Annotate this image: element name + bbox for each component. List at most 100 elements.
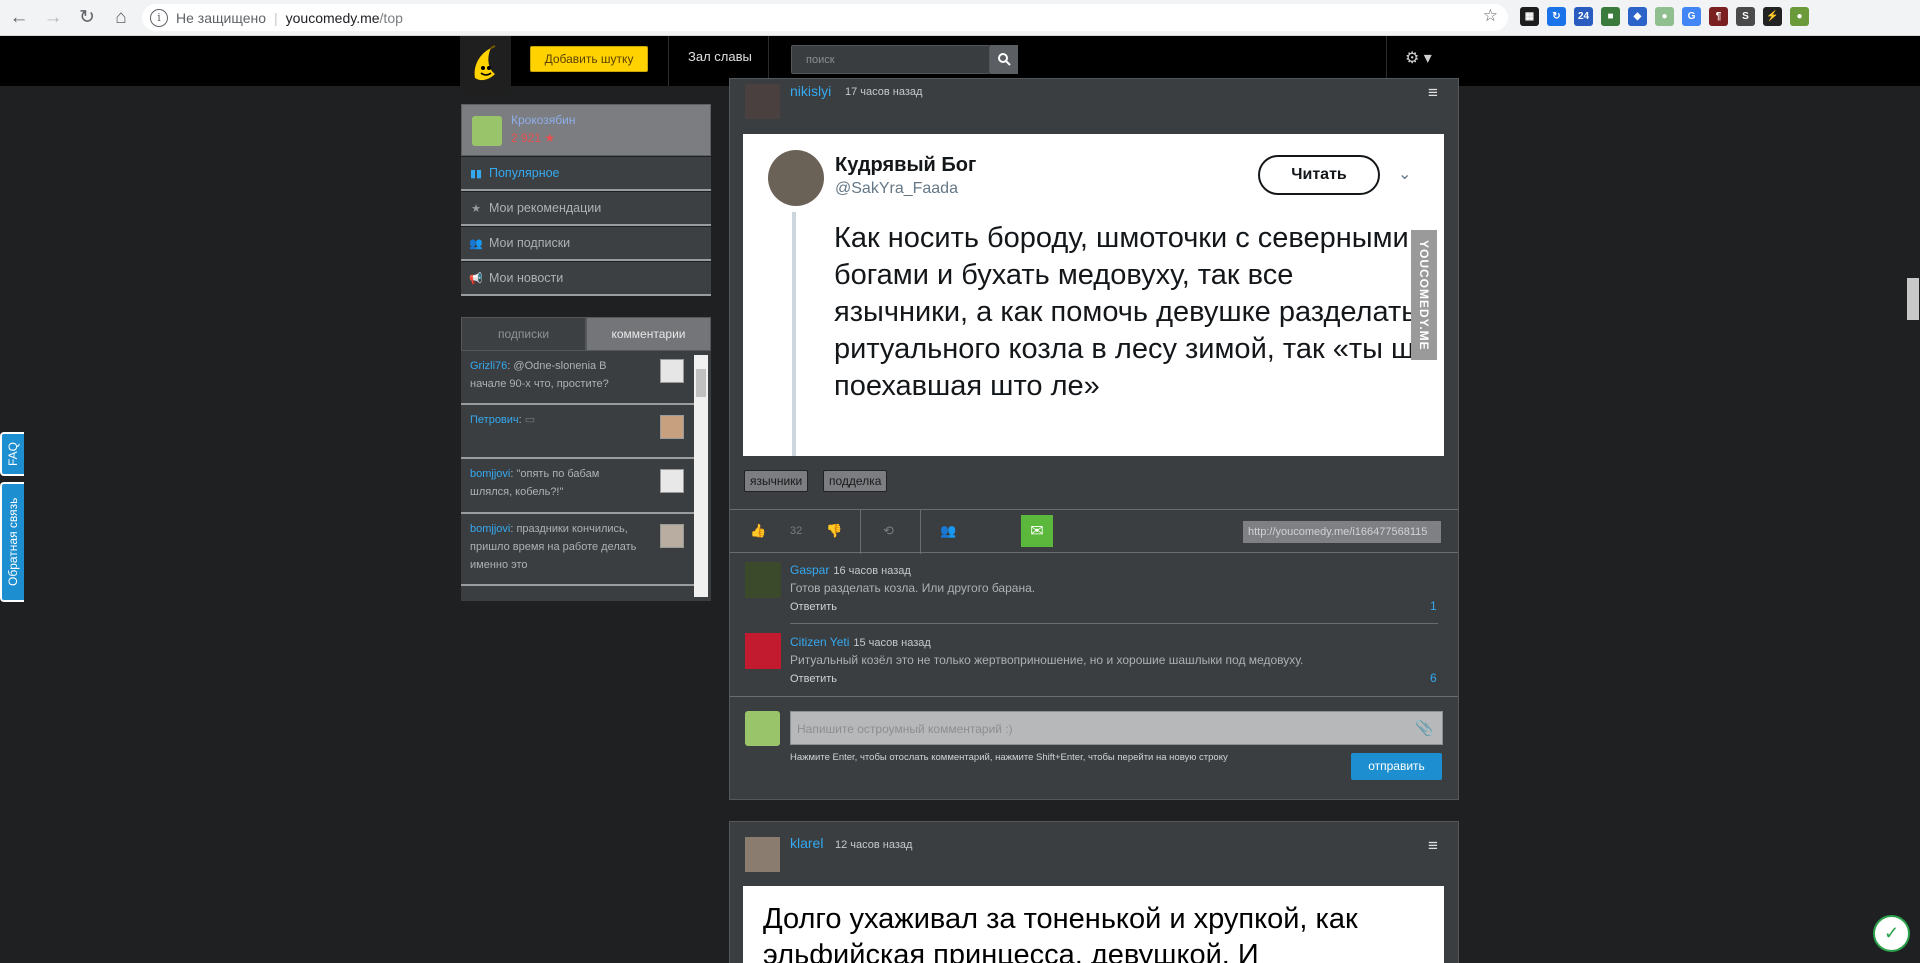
- circle-ext-icon[interactable]: ●: [1655, 7, 1674, 26]
- nav-label: Популярное: [489, 166, 560, 180]
- feed-item[interactable]: Петрович: ▭: [461, 405, 694, 459]
- ext-red-icon[interactable]: ¶: [1709, 7, 1728, 26]
- trello-ext-icon[interactable]: ▦: [1520, 7, 1539, 26]
- security-shield-icon[interactable]: ✓: [1873, 915, 1910, 952]
- nav-item-news[interactable]: 📢 Мои новости: [461, 262, 711, 296]
- star-icon: ★: [471, 202, 481, 215]
- comment-avatar[interactable]: [745, 562, 781, 598]
- translate-ext-icon[interactable]: ↻: [1547, 7, 1566, 26]
- mail-share-button[interactable]: ✉: [1021, 515, 1053, 547]
- post-menu-icon[interactable]: ≡: [1428, 836, 1438, 856]
- lightning-ext-icon[interactable]: ⚡: [1763, 7, 1782, 26]
- divider: [920, 510, 921, 554]
- hall-of-fame-link[interactable]: Зал славы: [688, 49, 752, 64]
- feed-user[interactable]: bomjjovi: [470, 523, 510, 535]
- nav-item-recommendations[interactable]: ★ Мои рекомендации: [461, 192, 711, 226]
- post-image[interactable]: Долго ухаживал за тоненькой и хрупкой, к…: [743, 886, 1444, 963]
- megaphone-icon: 📢: [469, 272, 483, 285]
- replies-count[interactable]: 6: [1430, 671, 1437, 685]
- add-joke-button[interactable]: Добавить шутку: [530, 46, 648, 72]
- thumbs-down-icon[interactable]: 👎: [826, 523, 842, 539]
- user-profile-card[interactable]: Крокозябин 2 921 ★: [461, 104, 711, 156]
- site-logo[interactable]: [460, 36, 511, 94]
- search-button[interactable]: [990, 45, 1018, 74]
- watermark: YOUCOMEDY.ME: [1411, 230, 1437, 360]
- feed-item[interactable]: bomjjovi: праздники кончились, пришло вр…: [461, 514, 694, 586]
- comment-text: Ритуальный козёл это не только жертвопри…: [790, 653, 1304, 667]
- forward-icon[interactable]: →: [38, 3, 68, 33]
- reload-icon[interactable]: ↻: [72, 3, 102, 33]
- bookmark-star-icon[interactable]: ☆: [1483, 6, 1498, 26]
- extensions-bar: ▦ ↻ 24 ■ ◆ ● G ¶ S ⚡ ●: [1520, 7, 1809, 26]
- tag-chip[interactable]: язычники: [744, 470, 809, 492]
- thumbs-up-icon[interactable]: 👍: [750, 523, 766, 539]
- thumbnail[interactable]: [660, 469, 684, 493]
- info-icon[interactable]: i: [150, 8, 168, 27]
- feed-user[interactable]: bomjjovi: [470, 468, 510, 480]
- comment-input[interactable]: Напишите остроумный комментарий :) 📎: [790, 711, 1443, 745]
- post-author[interactable]: nikislyi: [790, 83, 831, 99]
- header-divider: [668, 36, 669, 86]
- thumbnail[interactable]: [660, 415, 684, 439]
- tweet-avatar: [768, 150, 824, 206]
- attach-paperclip-icon[interactable]: 📎: [1415, 719, 1434, 737]
- search-icon: [997, 53, 1011, 66]
- comments-feed: Grizli76: @Odne-slonenia В начале 90-х ч…: [461, 351, 711, 601]
- share-users-icon[interactable]: 👥: [940, 523, 956, 539]
- bar-chart-icon: ▮▮: [469, 167, 483, 180]
- tab-subscriptions[interactable]: подписки: [461, 317, 586, 351]
- profile-score: 2 921 ★: [511, 131, 556, 145]
- nav-item-subscriptions[interactable]: 👥 Мои подписки: [461, 227, 711, 261]
- comment-avatar[interactable]: [745, 633, 781, 669]
- reply-button[interactable]: Ответить: [790, 601, 837, 613]
- scrollbar-thumb[interactable]: [696, 369, 706, 397]
- divider: [792, 212, 796, 456]
- post-actions-bar: 👍 32 👎 ⟲ 👥 ✉ http://youcomedy.me/i166477…: [730, 509, 1458, 554]
- feed-user[interactable]: Grizli76: [470, 360, 507, 372]
- avatar[interactable]: [472, 116, 502, 146]
- profile-avatar-icon[interactable]: ●: [1790, 7, 1809, 26]
- address-bar[interactable]: i Не защищено | youcomedy.me/top ☆: [142, 4, 1508, 31]
- google-translate-ext-icon[interactable]: G: [1682, 7, 1701, 26]
- tab-comments[interactable]: комментарии: [586, 317, 711, 351]
- counter-ext-icon[interactable]: 24: [1574, 7, 1593, 26]
- scrollbar-thumb[interactable]: [1907, 278, 1919, 320]
- image-text: Долго ухаживал за тоненькой и хрупкой, к…: [763, 903, 1358, 963]
- author-avatar[interactable]: [745, 84, 780, 119]
- send-comment-button[interactable]: отправить: [1351, 753, 1442, 780]
- repost-icon[interactable]: ⟲: [883, 523, 894, 539]
- feed-scrollbar[interactable]: [694, 355, 708, 597]
- comment-author[interactable]: Citizen Yeti: [790, 635, 849, 649]
- tweet-text: Как носить бороду, шмоточки с северными …: [834, 222, 1431, 402]
- tweet-follow-button: Читать: [1258, 155, 1380, 195]
- shield-ext-icon[interactable]: ◆: [1628, 7, 1647, 26]
- ext-green-icon[interactable]: ■: [1601, 7, 1620, 26]
- divider: |: [274, 9, 278, 26]
- nav-item-popular[interactable]: ▮▮ Популярное: [461, 157, 711, 191]
- search-input[interactable]: поиск: [791, 45, 990, 74]
- tag-chip[interactable]: подделка: [823, 470, 888, 492]
- feed-item[interactable]: Grizli76: @Odne-slonenia В начале 90-х ч…: [461, 351, 694, 405]
- profile-username[interactable]: Крокозябин: [511, 113, 575, 127]
- page-scrollbar[interactable]: [1905, 86, 1920, 963]
- post-author[interactable]: klarel: [790, 835, 823, 851]
- permalink-field[interactable]: http://youcomedy.me/i166477568115: [1243, 521, 1441, 543]
- feed-user[interactable]: Петрович: [470, 414, 519, 426]
- thumbnail[interactable]: [660, 359, 684, 383]
- post-menu-icon[interactable]: ≡: [1428, 83, 1438, 103]
- feedback-tab[interactable]: Обратная связь: [0, 482, 24, 602]
- comment-author-row: Gaspar 16 часов назад: [790, 563, 911, 577]
- settings-gear-icon[interactable]: ⚙ ▾: [1405, 48, 1432, 68]
- ext-s-icon[interactable]: S: [1736, 7, 1755, 26]
- feed-item[interactable]: bomjjovi: "опять по бабам шлялся, кобель…: [461, 459, 694, 514]
- back-icon[interactable]: ←: [4, 3, 34, 33]
- thumbnail[interactable]: [660, 524, 684, 548]
- author-avatar[interactable]: [745, 837, 780, 872]
- mail-icon: ✉: [1030, 523, 1044, 540]
- home-icon[interactable]: ⌂: [106, 3, 136, 33]
- reply-button[interactable]: Ответить: [790, 673, 837, 685]
- comment-author[interactable]: Gaspar: [790, 563, 829, 577]
- post-image[interactable]: Кудрявый Бог @SakYra_Faada Читать ⌄ Как …: [743, 134, 1444, 456]
- faq-tab[interactable]: FAQ: [0, 432, 24, 476]
- replies-count[interactable]: 1: [1430, 599, 1437, 613]
